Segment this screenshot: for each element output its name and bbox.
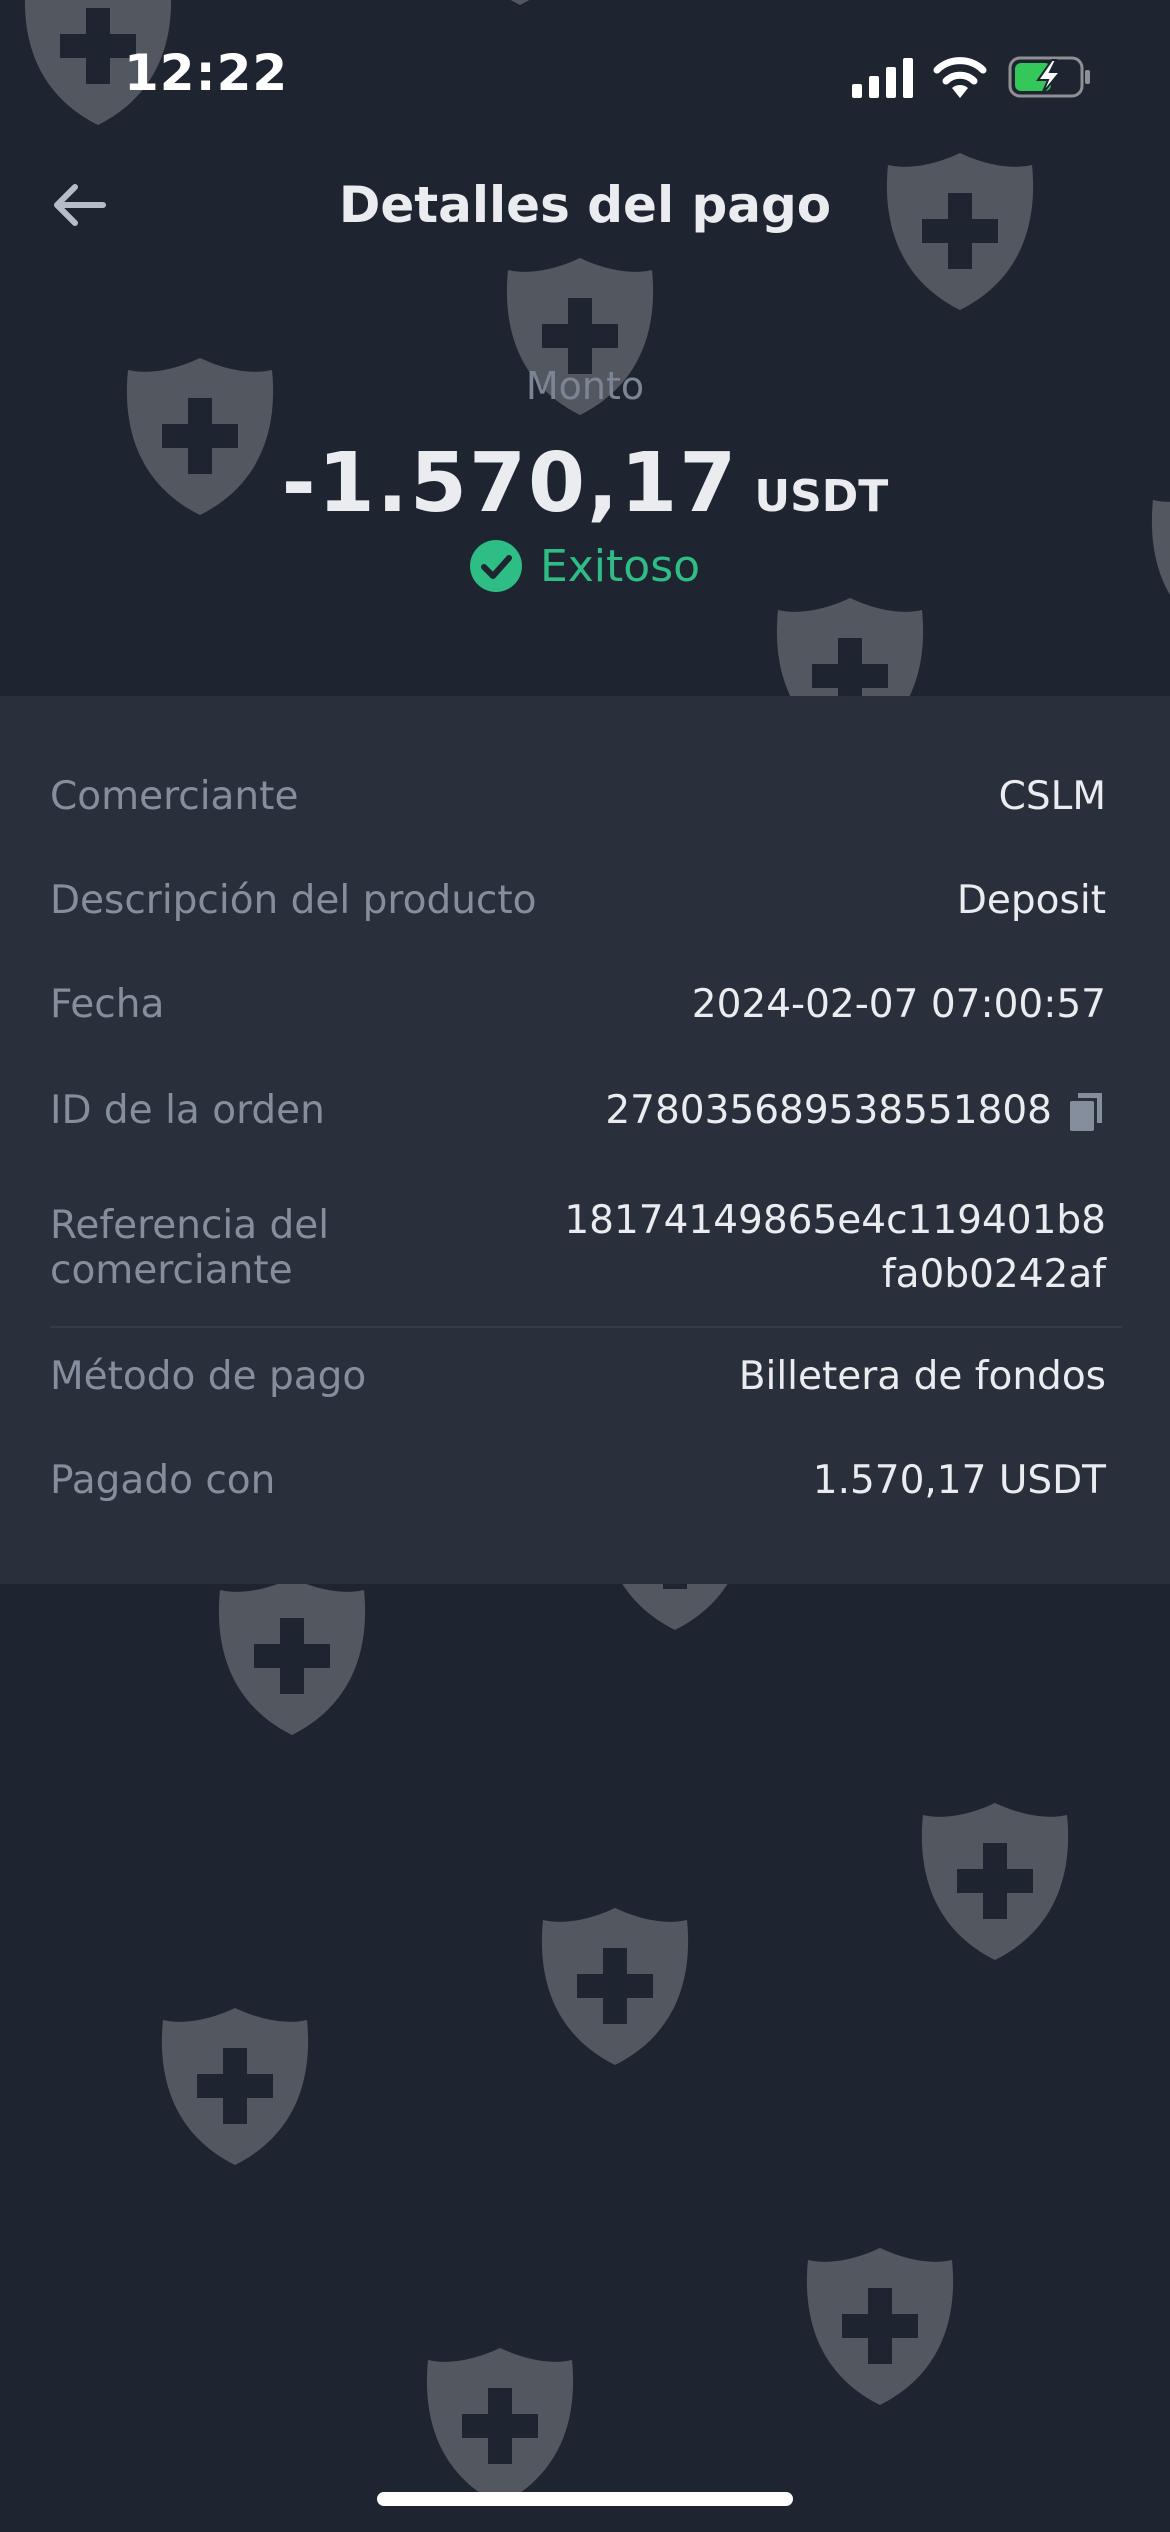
page-title: Detalles del pago [338, 176, 832, 234]
date-label: Fecha [50, 982, 165, 1027]
product-description-value: Deposit [956, 878, 1106, 923]
merchant-reference-line2: fa0b0242af [881, 1252, 1106, 1297]
home-indicator[interactable] [377, 2492, 793, 2506]
shield-plus-icon [800, 2240, 960, 2410]
paid-with-value: 1.570,17 USDT [812, 1458, 1106, 1503]
detail-row-order-id: ID de la orden 278035689538551808 [50, 1088, 1106, 1133]
payment-method-label: Método de pago [50, 1354, 367, 1399]
merchant-label: Comerciante [50, 774, 299, 819]
shield-plus-icon [212, 1570, 372, 1740]
battery-charging-icon [1008, 56, 1090, 98]
payment-method-value: Billetera de fondos [738, 1354, 1106, 1399]
payment-details-card: Comerciante CSLM Descripción del product… [0, 696, 1170, 1584]
merchant-reference-value: 18174149865e4c119401b8 fa0b0242af [564, 1194, 1106, 1302]
amount-value: -1.570,17 [281, 436, 739, 531]
detail-row-date: Fecha 2024-02-07 07:00:57 [50, 982, 1106, 1027]
shield-plus-icon [155, 2000, 315, 2170]
wifi-icon [933, 57, 987, 98]
amount-label: Monto [525, 364, 645, 408]
payment-details-screen: 12:22 Detalles del pago Monto -1.570,17 … [0, 0, 1170, 2532]
detail-row-product-description: Descripción del producto Deposit [50, 878, 1106, 923]
payment-status: Exitoso [0, 540, 1170, 592]
shield-plus-icon [915, 1795, 1075, 1965]
status-text: Exitoso [539, 540, 701, 592]
date-value: 2024-02-07 07:00:57 [691, 982, 1106, 1027]
divider [50, 1326, 1122, 1328]
detail-row-paid-with: Pagado con 1.570,17 USDT [50, 1458, 1106, 1503]
amount-display: -1.570,17 USDT [0, 436, 1170, 531]
order-id-label: ID de la orden [50, 1088, 325, 1133]
shield-plus-icon [440, 0, 600, 10]
product-description-label: Descripción del producto [50, 878, 537, 923]
detail-row-merchant-reference: Referencia del comerciante 18174149865e4… [50, 1194, 1106, 1302]
order-id-value: 278035689538551808 [605, 1088, 1052, 1133]
shield-plus-icon [420, 2340, 580, 2510]
merchant-value: CSLM [998, 774, 1106, 819]
check-circle-icon [469, 540, 522, 592]
status-bar-time: 12:22 [124, 44, 289, 102]
shield-plus-icon [535, 1900, 695, 2070]
amount-currency: USDT [754, 471, 889, 522]
order-id-value-group: 278035689538551808 [605, 1088, 1106, 1133]
merchant-reference-line1: 18174149865e4c119401b8 [564, 1198, 1106, 1243]
cellular-signal-icon [852, 58, 913, 98]
detail-row-payment-method: Método de pago Billetera de fondos [50, 1354, 1106, 1399]
paid-with-label: Pagado con [50, 1458, 276, 1503]
copy-icon[interactable] [1066, 1089, 1106, 1133]
detail-row-merchant: Comerciante CSLM [50, 774, 1106, 819]
merchant-reference-label: Referencia del comerciante [50, 1203, 330, 1293]
